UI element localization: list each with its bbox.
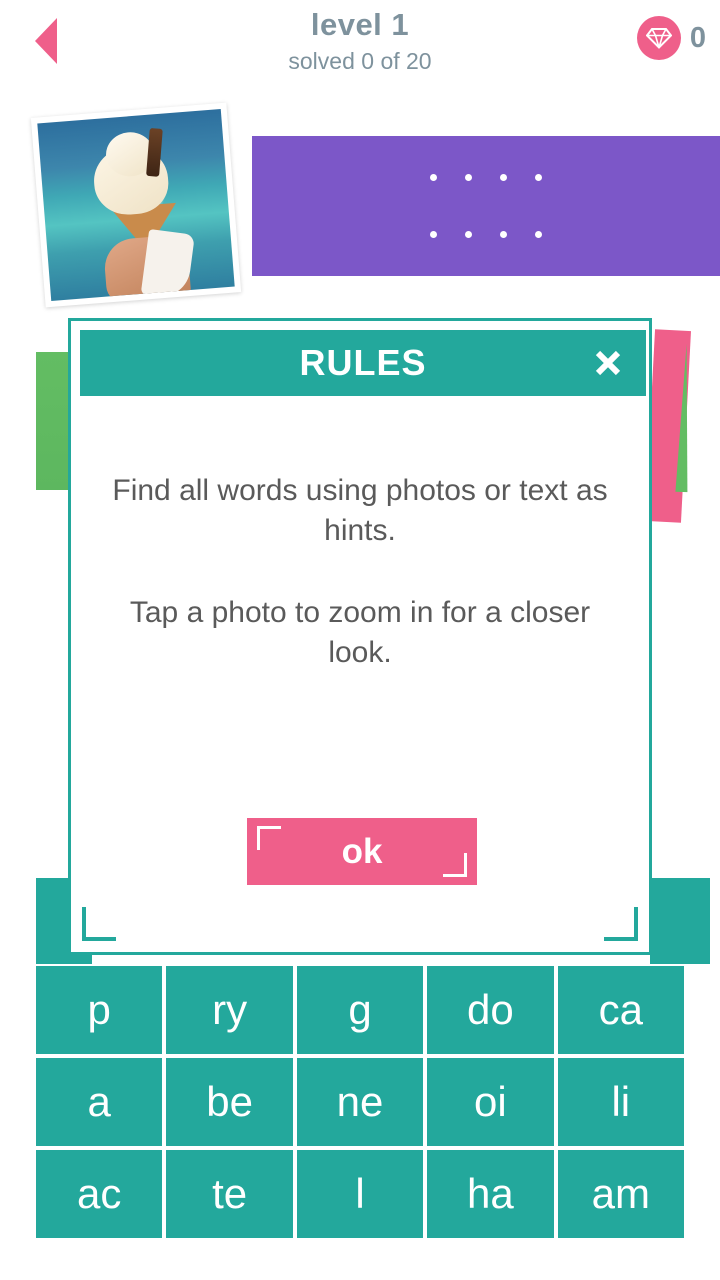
ok-button-label: ok (341, 831, 383, 871)
page-title: level 1 (310, 7, 410, 42)
rules-dialog-body: Find all words using photos or text as h… (71, 471, 649, 673)
hint-photo-card[interactable] (30, 102, 242, 308)
letter-tile-label: p (87, 986, 111, 1033)
header-title-block: level 1 solved 0 of 20 (0, 6, 720, 76)
letter-tile[interactable]: li (557, 1058, 684, 1146)
letter-tile-label: ne (336, 1078, 384, 1125)
ok-corner-bottom-right (443, 853, 467, 877)
puzzle-stage (0, 92, 720, 332)
answer-slot-dot (535, 174, 542, 181)
letter-tile-label: l (355, 1170, 365, 1217)
letter-tile[interactable]: be (166, 1058, 293, 1146)
answer-slot-dot (535, 231, 542, 238)
letter-tile[interactable]: ca (557, 966, 684, 1054)
answer-slot-dot (430, 231, 437, 238)
letter-tile[interactable]: p (36, 966, 163, 1054)
letter-tile-label: te (212, 1170, 248, 1217)
answer-slot-dot (430, 174, 437, 181)
letter-tile-label: be (206, 1078, 253, 1125)
letter-tile-label: ac (77, 1170, 122, 1217)
solved-progress-text: solved 0 of 20 (288, 48, 432, 74)
answer-slot-dot (500, 174, 507, 181)
letter-tile[interactable]: l (296, 1150, 424, 1238)
letter-tile-label: do (467, 986, 514, 1033)
letter-tile-label: g (348, 986, 372, 1033)
letter-tile-label: am (591, 1170, 650, 1217)
answer-dot-rows (252, 136, 720, 276)
letter-tile-grid: p ry g do ca a be ne oi li ac te l ha am (36, 966, 684, 1238)
gem-count-label: 0 (689, 21, 706, 54)
dialog-corner-bottom-right (604, 907, 638, 941)
rules-dialog-title: RULES (299, 342, 427, 383)
letter-tile[interactable]: oi (427, 1058, 554, 1146)
decor-teal-card-right (650, 878, 710, 964)
letter-tile[interactable]: do (427, 966, 554, 1054)
answer-dot-row (430, 231, 542, 238)
answer-dot-row (430, 174, 542, 181)
letter-tile[interactable]: am (557, 1150, 684, 1238)
letter-tile-label: ry (212, 986, 248, 1033)
letter-tile-label: ha (467, 1170, 514, 1217)
answer-slots-panel[interactable] (252, 136, 720, 276)
answer-slot-dot (465, 231, 472, 238)
hint-photo-image (37, 109, 235, 301)
letter-tile[interactable]: ac (36, 1150, 163, 1238)
diamond-icon (636, 16, 681, 60)
rules-dialog: RULES Find all words using photos or tex… (68, 318, 652, 955)
letter-tile-label: li (611, 1078, 631, 1125)
ok-button[interactable]: ok (247, 818, 477, 885)
letter-tile-label: a (87, 1078, 111, 1125)
rules-dialog-header: RULES (80, 330, 646, 396)
ok-corner-top-left (257, 826, 281, 850)
letter-tile[interactable]: te (166, 1150, 293, 1238)
letter-tile[interactable]: ry (166, 966, 293, 1054)
letter-tile[interactable]: a (36, 1058, 163, 1146)
letter-tile[interactable]: ne (296, 1058, 424, 1146)
close-x-icon[interactable] (590, 345, 626, 381)
letter-tile[interactable]: ha (427, 1150, 554, 1238)
letter-tile-label: oi (474, 1078, 507, 1125)
rules-paragraph-2: Tap a photo to zoom in for a closer look… (129, 596, 591, 669)
letter-tile-label: ca (598, 986, 643, 1033)
answer-slot-dot (465, 174, 472, 181)
app-header: level 1 solved 0 of 20 0 (0, 0, 720, 92)
dialog-corner-bottom-left (82, 907, 116, 941)
letter-tile[interactable]: g (296, 966, 424, 1054)
answer-slot-dot (500, 231, 507, 238)
gem-counter[interactable]: 0 (636, 16, 706, 60)
rules-paragraph-1: Find all words using photos or text as h… (112, 474, 608, 547)
